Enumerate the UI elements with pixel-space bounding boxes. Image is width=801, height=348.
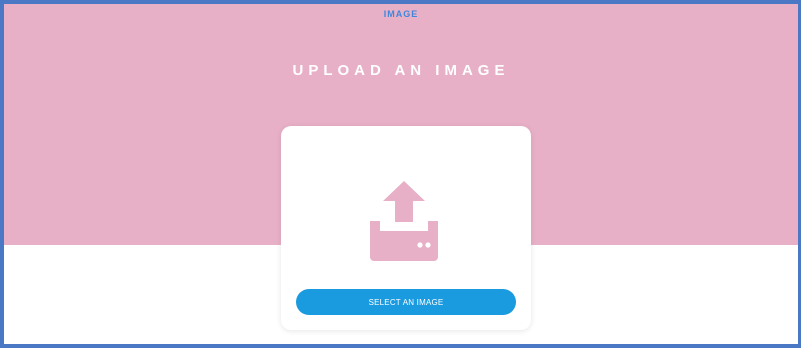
page-title: UPLOAD AN IMAGE bbox=[292, 62, 510, 79]
screenshot-frame: IMAGE UPLOAD AN IMAGE SELECT AN IMAGE bbox=[0, 0, 801, 348]
upload-icon bbox=[370, 181, 438, 261]
upload-card: SELECT AN IMAGE bbox=[281, 126, 531, 330]
select-image-button[interactable]: SELECT AN IMAGE bbox=[296, 289, 516, 315]
top-nav-label[interactable]: IMAGE bbox=[4, 8, 798, 20]
